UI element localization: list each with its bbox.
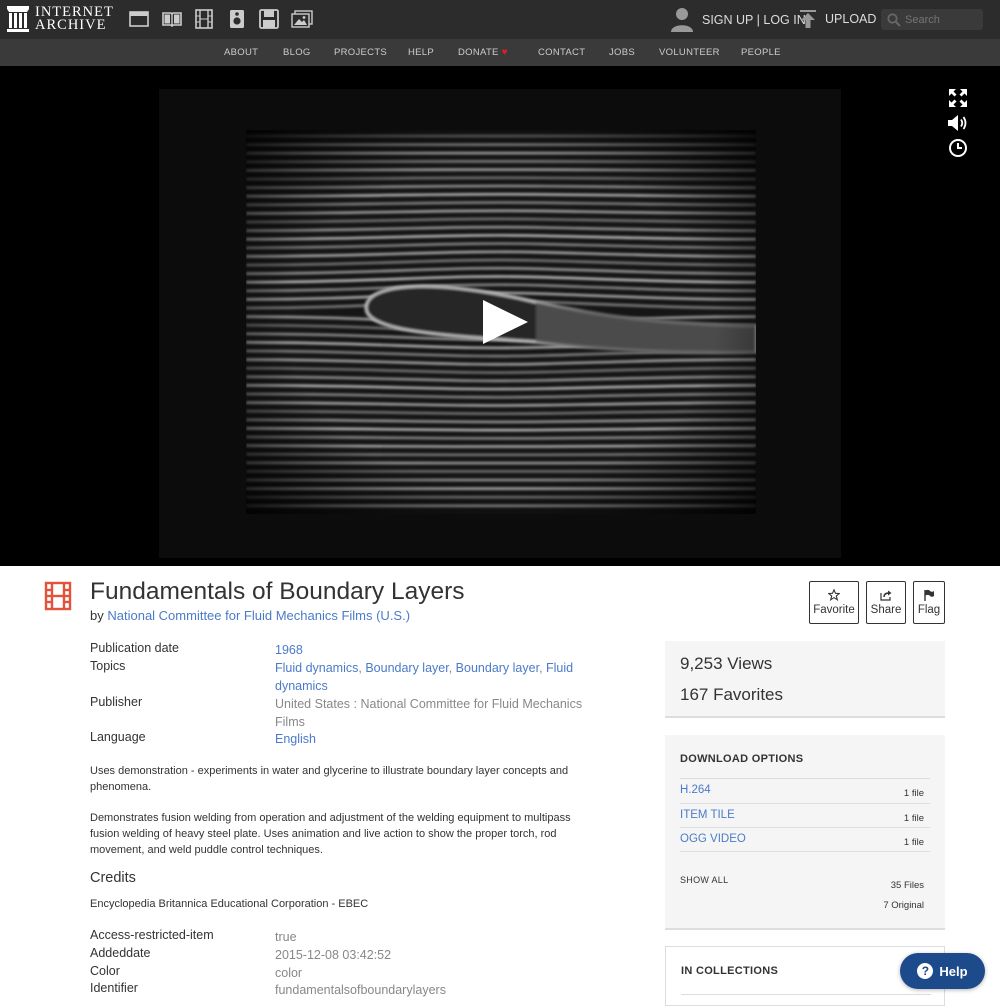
signup-login-link[interactable]: SIGN UP | LOG IN xyxy=(702,13,806,27)
nav-jobs[interactable]: JOBS xyxy=(609,47,635,58)
credits-heading: Credits xyxy=(90,870,136,886)
show-all-link[interactable]: SHOW ALL xyxy=(680,875,728,885)
meta-label: Color xyxy=(90,964,270,978)
volume-icon[interactable] xyxy=(947,112,969,134)
movies-type-icon xyxy=(44,581,72,611)
item-byline: by National Committee for Fluid Mechanic… xyxy=(90,608,410,623)
share-icon xyxy=(880,589,892,601)
meta-value: fundamentalsofboundarylayers xyxy=(275,981,595,999)
download-option-row[interactable]: OGG VIDEO 1 file xyxy=(680,827,930,851)
download-option-row[interactable]: ITEM TILE 1 file xyxy=(680,803,930,827)
archive-building-icon xyxy=(7,6,29,32)
audio-icon[interactable] xyxy=(226,9,248,29)
total-files-count: 35 Files xyxy=(891,880,924,891)
fullscreen-icon[interactable] xyxy=(947,87,969,109)
meta-label: Publisher xyxy=(90,695,270,709)
download-format-link[interactable]: OGG VIDEO xyxy=(680,833,746,845)
meta-value: 1968 xyxy=(275,641,595,659)
topic-link[interactable]: Boundary layer xyxy=(456,661,539,675)
collections-heading: IN COLLECTIONS xyxy=(681,965,778,977)
video-player[interactable] xyxy=(0,66,1000,566)
credits-text: Encyclopedia Britannica Educational Corp… xyxy=(90,896,600,912)
language-link[interactable]: English xyxy=(275,732,316,746)
description-paragraph: Uses demonstration - experiments in wate… xyxy=(90,763,600,795)
top-bar: INTERNET ARCHIVE SIGN UP | LOG IN UPLOAD xyxy=(0,0,1000,39)
download-options-heading: DOWNLOAD OPTIONS xyxy=(680,753,803,765)
video-icon[interactable] xyxy=(193,9,215,29)
nav-projects[interactable]: PROJECTS xyxy=(334,47,387,58)
download-file-count: 1 file xyxy=(904,837,924,848)
share-label: Share xyxy=(871,604,902,616)
images-icon[interactable] xyxy=(291,9,313,29)
download-option-row[interactable]: H.264 1 file xyxy=(680,778,930,802)
search-box[interactable] xyxy=(881,9,983,30)
internet-archive-logo[interactable]: INTERNET ARCHIVE xyxy=(7,6,114,32)
flag-button[interactable]: Flag xyxy=(913,581,945,624)
meta-label: Topics xyxy=(90,659,270,673)
divider xyxy=(681,994,931,995)
software-icon[interactable] xyxy=(258,9,280,29)
search-input[interactable] xyxy=(905,14,977,26)
media-type-icons xyxy=(128,9,323,29)
user-icon xyxy=(670,7,694,32)
nav-volunteer[interactable]: VOLUNTEER xyxy=(659,47,720,58)
nav-blog[interactable]: BLOG xyxy=(283,47,311,58)
meta-value: 2015-12-08 03:42:52 xyxy=(275,946,595,964)
topic-link[interactable]: Boundary layer xyxy=(365,661,448,675)
download-file-count: 1 file xyxy=(904,788,924,799)
nav-donate[interactable]: DONATE ♥ xyxy=(458,47,508,58)
texts-icon[interactable] xyxy=(161,9,183,29)
favorite-label: Favorite xyxy=(813,604,855,616)
favorite-button[interactable]: Favorite xyxy=(809,581,859,624)
nav-donate-label: DONATE xyxy=(458,47,499,58)
publication-date-link[interactable]: 1968 xyxy=(275,643,303,657)
clock-icon[interactable] xyxy=(947,137,969,159)
help-button[interactable]: ? Help xyxy=(900,953,985,989)
favorites-count: 167 Favorites xyxy=(680,685,783,705)
upload-icon xyxy=(799,9,817,29)
upload-label: UPLOAD xyxy=(825,12,876,26)
meta-label: Language xyxy=(90,730,270,744)
description-paragraph: Demonstrates fusion welding from operati… xyxy=(90,810,600,858)
download-file-count: 1 file xyxy=(904,813,924,824)
stats-box: 9,253 Views 167 Favorites xyxy=(665,641,945,718)
item-title: Fundamentals of Boundary Layers xyxy=(90,578,465,606)
nav-contact[interactable]: CONTACT xyxy=(538,47,585,58)
play-button[interactable] xyxy=(480,299,530,349)
logo-wordmark: INTERNET ARCHIVE xyxy=(35,6,114,32)
download-format-link[interactable]: ITEM TILE xyxy=(680,809,735,821)
nav-people[interactable]: PEOPLE xyxy=(741,47,781,58)
flag-icon xyxy=(923,589,935,601)
meta-value: United States : National Committee for F… xyxy=(275,695,585,731)
upload-link[interactable]: UPLOAD xyxy=(799,9,876,29)
topic-link[interactable]: Fluid dynamics xyxy=(275,661,358,675)
meta-label: Publication date xyxy=(90,641,270,655)
meta-value: true xyxy=(275,928,595,946)
web-icon[interactable] xyxy=(128,9,150,29)
secondary-nav: ABOUT BLOG PROJECTS HELP DONATE ♥ CONTAC… xyxy=(0,39,1000,66)
search-icon xyxy=(887,13,901,27)
nav-about[interactable]: ABOUT xyxy=(224,47,258,58)
meta-value: color xyxy=(275,964,595,982)
divider xyxy=(680,851,930,852)
flag-label: Flag xyxy=(918,604,940,616)
meta-value: English xyxy=(275,730,595,748)
nav-help[interactable]: HELP xyxy=(408,47,434,58)
meta-value: Fluid dynamics, Boundary layer, Boundary… xyxy=(275,659,585,695)
original-files-count: 7 Original xyxy=(883,900,924,911)
download-options-box: DOWNLOAD OPTIONS H.264 1 file ITEM TILE … xyxy=(665,735,945,930)
user-account[interactable]: SIGN UP | LOG IN xyxy=(670,7,806,32)
help-label: Help xyxy=(939,964,967,979)
question-icon: ? xyxy=(917,963,933,979)
download-format-link[interactable]: H.264 xyxy=(680,784,711,796)
by-label: by xyxy=(90,608,104,623)
creator-link[interactable]: National Committee for Fluid Mechanics F… xyxy=(107,608,410,623)
star-icon xyxy=(828,589,840,601)
meta-label: Addeddate xyxy=(90,946,270,960)
views-count: 9,253 Views xyxy=(680,654,772,674)
meta-label: Identifier xyxy=(90,981,270,995)
meta-label: Access-restricted-item xyxy=(90,928,270,942)
heart-icon: ♥ xyxy=(502,47,508,58)
share-button[interactable]: Share xyxy=(866,581,906,624)
